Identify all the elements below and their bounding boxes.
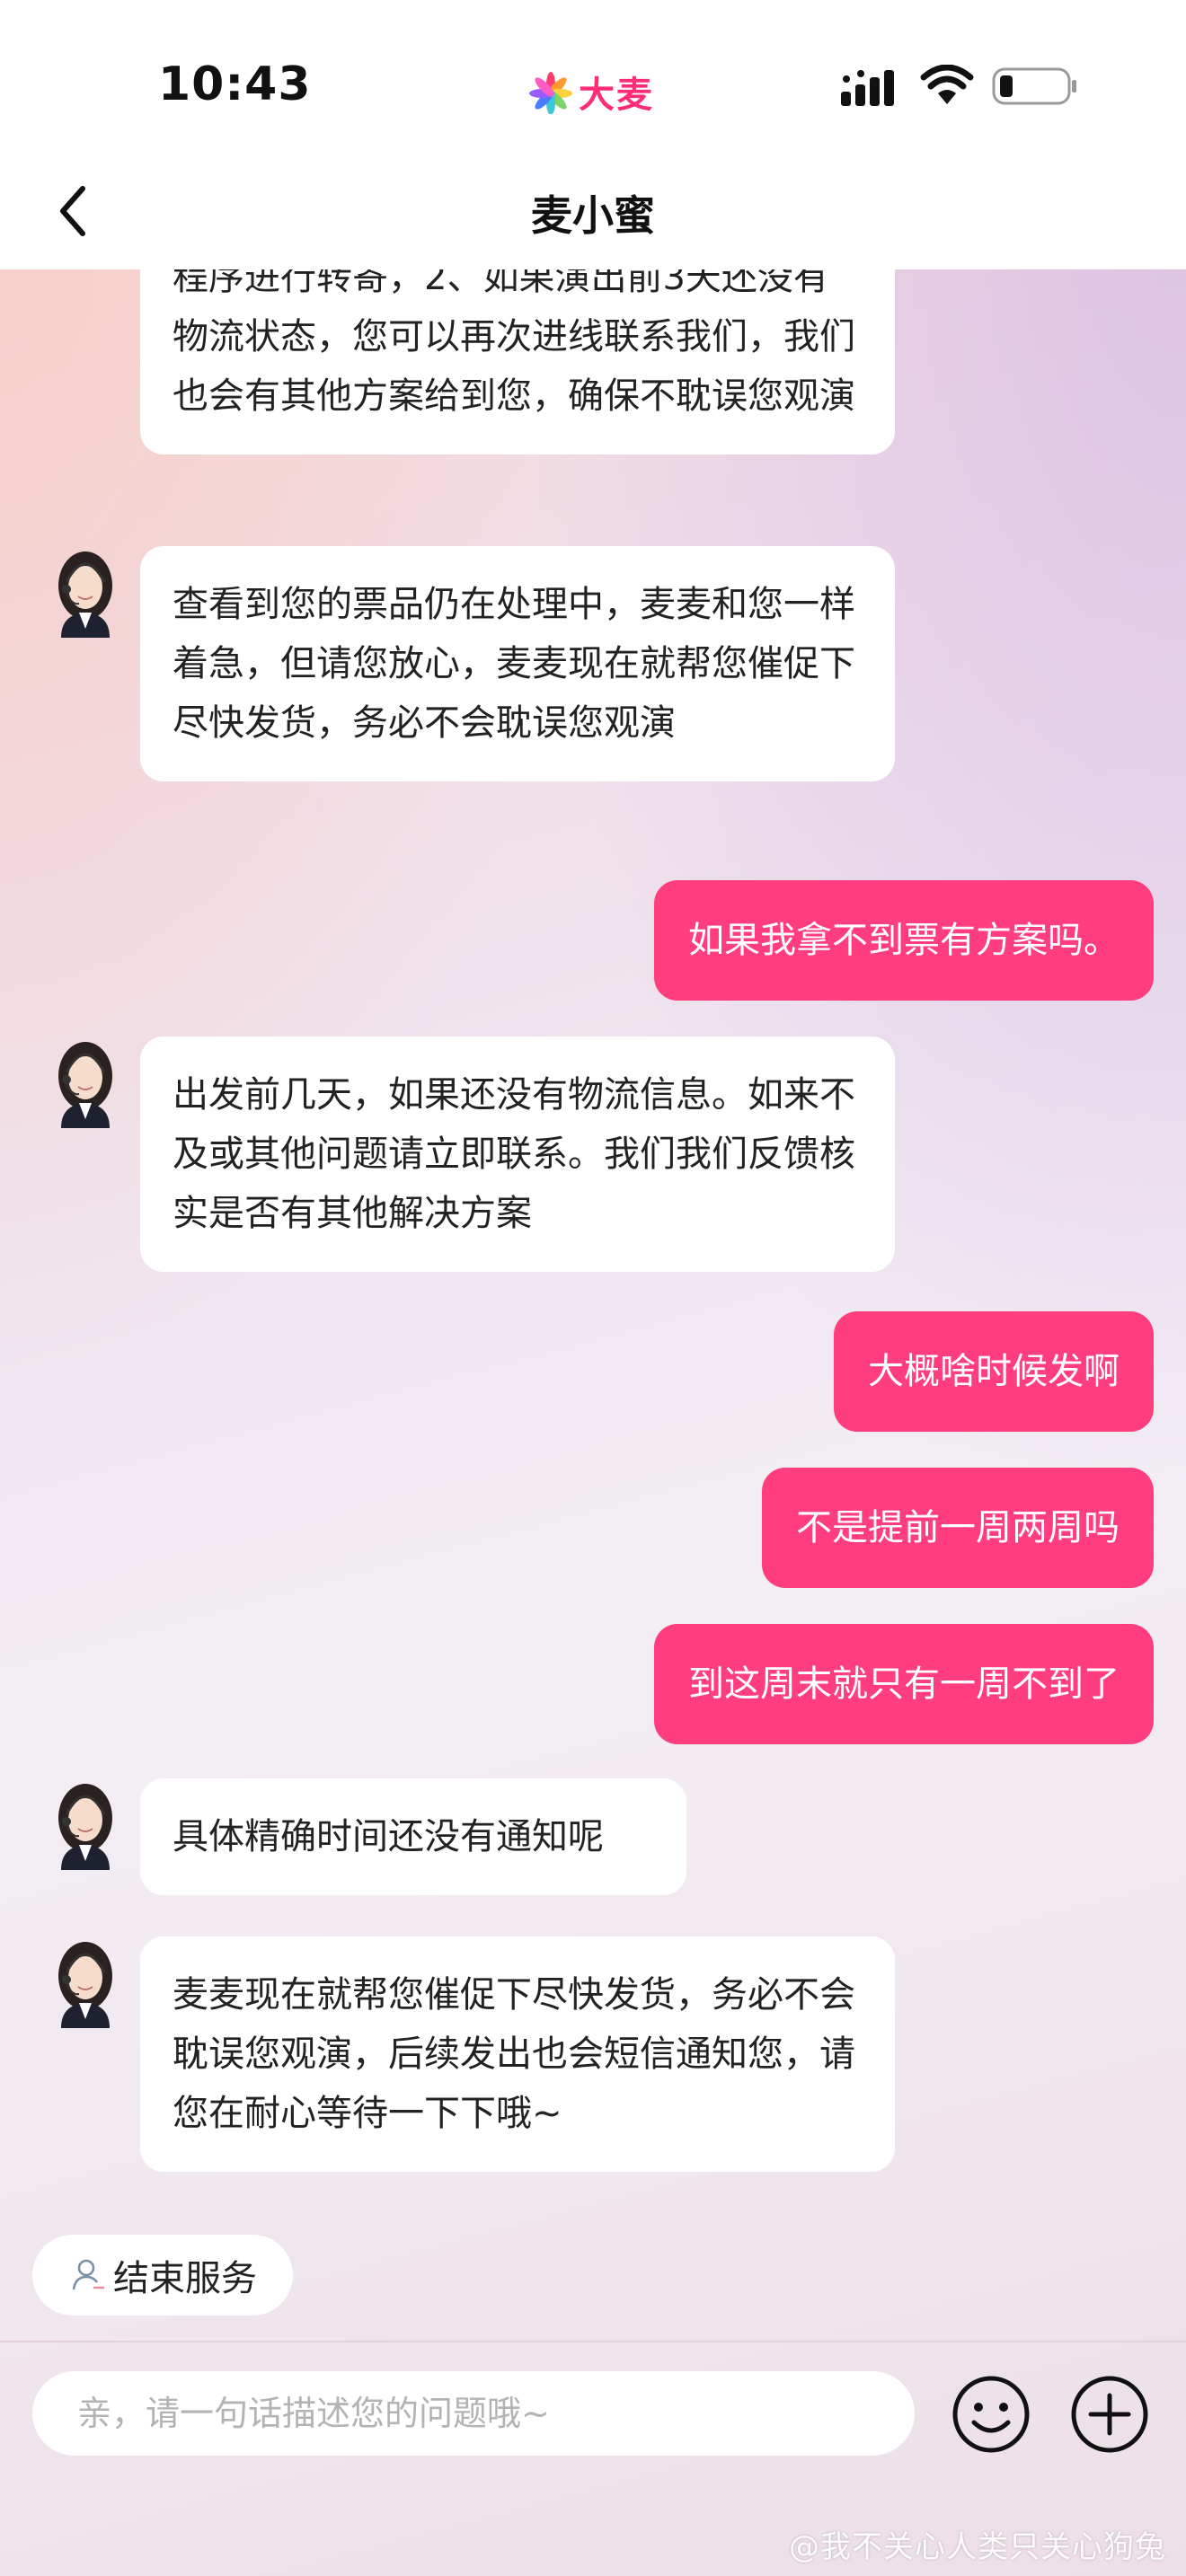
smiley-icon[interactable] <box>951 2374 1031 2455</box>
agent-message: 查看到您的票品仍在处理中，麦麦和您一样着急，但请您放心，麦麦现在就帮您催促下尽快… <box>140 546 895 781</box>
user-message: 到这周末就只有一周不到了 <box>654 1624 1154 1744</box>
agent-avatar[interactable] <box>49 1037 122 1128</box>
cellular-signal-icon <box>841 70 894 106</box>
message-text: 到这周末就只有一周不到了 <box>688 1663 1120 1705</box>
plus-icon[interactable] <box>1069 2374 1150 2455</box>
wifi-icon <box>920 65 974 104</box>
end-service-button[interactable]: 结束服务 <box>32 2235 293 2316</box>
agent-message: 出发前几天，如果还没有物流信息。如来不及或其他问题请立即联系。我们我们反馈核实是… <box>140 1037 895 1272</box>
message-text: 程序进行转寄，2、如果演出前3天还没有物流状态，您可以再次进线联系我们，我们也会… <box>173 257 855 417</box>
agent-avatar[interactable] <box>49 546 122 638</box>
brand: 大麦 <box>528 66 654 117</box>
agent-avatar[interactable] <box>49 1778 122 1870</box>
message-text: 不是提前一周两周吗 <box>796 1507 1120 1548</box>
user-message: 大概啥时候发啊 <box>834 1311 1154 1432</box>
brand-logo-icon <box>529 72 572 114</box>
message-text: 具体精确时间还没有通知呢 <box>173 1816 604 1857</box>
agent-message: 具体精确时间还没有通知呢 <box>140 1778 686 1895</box>
message-text: 如果我拿不到票有方案吗。 <box>688 920 1120 961</box>
message-text: 查看到您的票品仍在处理中，麦麦和您一样着急，但请您放心，麦麦现在就帮您催促下尽快… <box>173 584 855 744</box>
brand-name: 大麦 <box>579 75 654 116</box>
message-text: 大概啥时候发啊 <box>868 1351 1120 1392</box>
message-text: 麦麦现在就帮您催促下尽快发货，务必不会耽误您观演，后续发出也会短信通知您，请您在… <box>173 1974 855 2134</box>
watermark: @我不关心人类只关心狗兔 <box>789 2529 1166 2565</box>
divider <box>0 2341 1186 2342</box>
user-message: 不是提前一周两周吗 <box>762 1468 1154 1588</box>
message-text: 出发前几天，如果还没有物流信息。如来不及或其他问题请立即联系。我们我们反馈核实是… <box>173 1074 855 1234</box>
battery-icon <box>992 67 1076 105</box>
end-service-label: 结束服务 <box>113 2258 257 2299</box>
agent-message: 麦麦现在就帮您催促下尽快发货，务必不会耽误您观演，后续发出也会短信通知您，请您在… <box>140 1936 895 2172</box>
user-message: 如果我拿不到票有方案吗。 <box>654 880 1154 1001</box>
chat-area[interactable]: 程序进行转寄，2、如果演出前3天还没有物流状态，您可以再次进线联系我们，我们也会… <box>0 0 1186 2335</box>
header: 10:43 大麦 麦小蜜 <box>0 0 1186 269</box>
agent-avatar[interactable] <box>49 1936 122 2028</box>
person-icon <box>72 2259 104 2290</box>
message-input[interactable]: 亲，请一句话描述您的问题哦~ <box>32 2371 915 2456</box>
page-title: 麦小蜜 <box>531 191 655 240</box>
status-time: 10:43 <box>158 57 312 111</box>
